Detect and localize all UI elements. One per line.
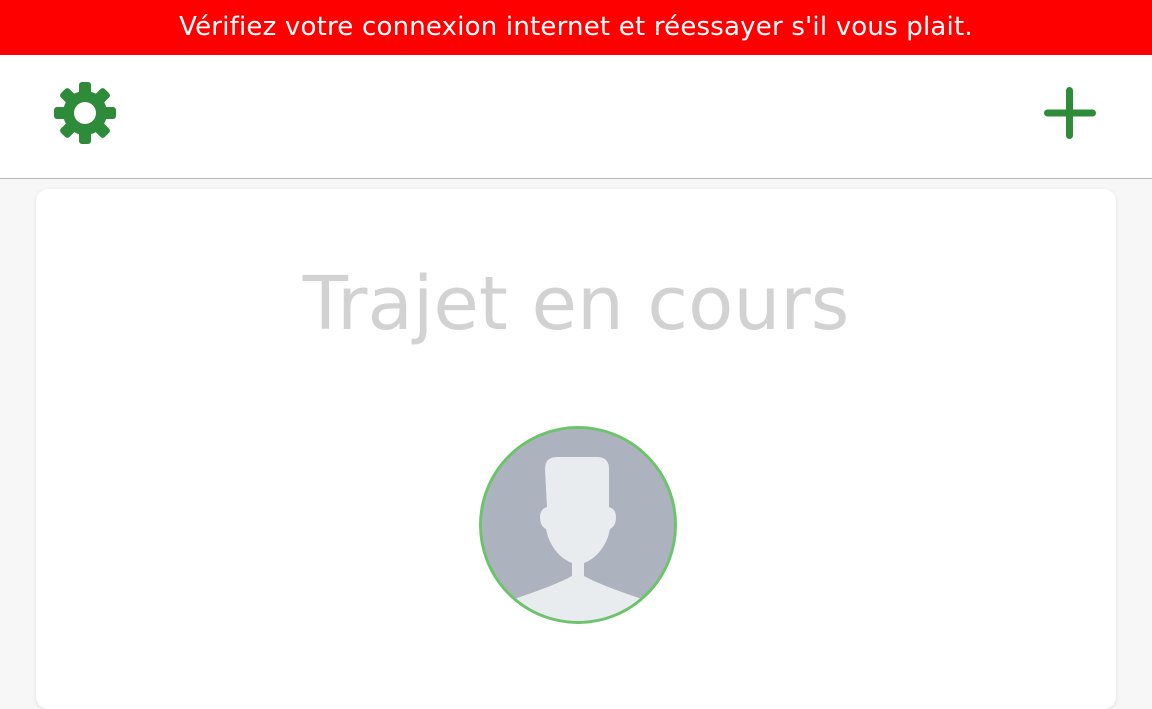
settings-button[interactable] — [50, 78, 120, 148]
plus-icon — [1044, 87, 1096, 139]
current-trip-card: Trajet en cours — [36, 189, 1116, 709]
add-button[interactable] — [1035, 78, 1105, 148]
avatar[interactable] — [479, 426, 677, 624]
card-title: Trajet en cours — [302, 261, 850, 347]
user-silhouette-icon — [482, 429, 674, 621]
connection-error-message: Vérifiez votre connexion internet et rée… — [179, 12, 973, 42]
connection-error-banner: Vérifiez votre connexion internet et rée… — [0, 0, 1152, 55]
top-toolbar — [0, 55, 1152, 179]
gear-icon — [54, 82, 116, 144]
